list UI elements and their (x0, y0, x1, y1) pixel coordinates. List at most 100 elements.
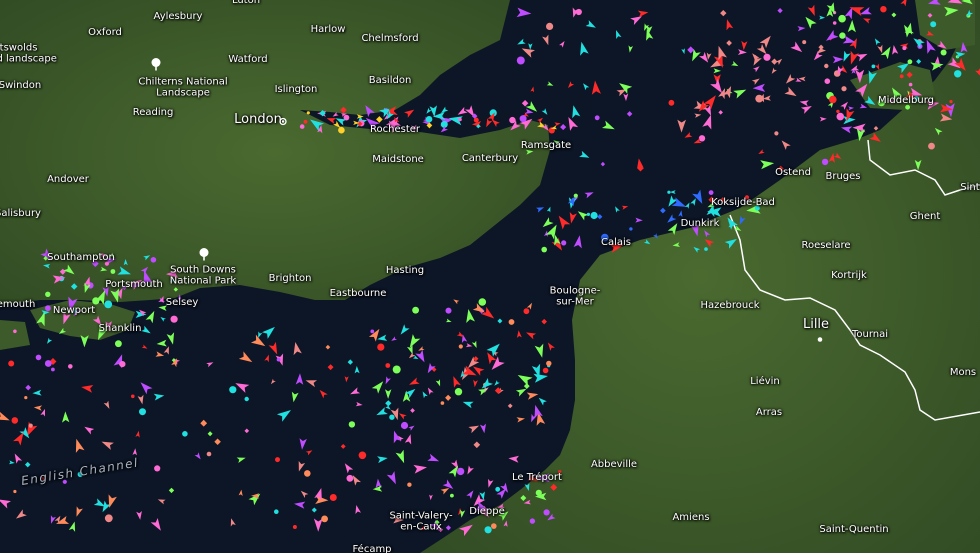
vessel-arrow-marker[interactable] (826, 30, 839, 41)
vessel-arrow-marker[interactable] (637, 10, 649, 18)
vessel-anchored-marker[interactable] (940, 49, 947, 56)
vessel-arrow-marker[interactable] (521, 48, 535, 58)
vessel-station-marker[interactable] (507, 403, 513, 409)
vessel-station-marker[interactable] (718, 110, 723, 115)
vessel-anchored-marker[interactable] (458, 117, 462, 122)
vessel-arrow-marker[interactable] (457, 106, 468, 115)
vessel-arrow-marker[interactable] (413, 464, 427, 474)
vessel-arrow-marker[interactable] (14, 453, 23, 464)
vessel-arrow-marker[interactable] (536, 207, 545, 213)
vessel-anchored-marker[interactable] (546, 22, 554, 30)
vessel-anchored-marker[interactable] (908, 82, 913, 87)
vessel-anchored-marker[interactable] (590, 211, 598, 220)
vessel-arrow-marker[interactable] (117, 266, 131, 275)
vessel-arrow-marker[interactable] (110, 288, 120, 303)
vessel-station-marker[interactable] (521, 99, 529, 107)
vessel-anchored-marker[interactable] (899, 74, 904, 79)
vessel-anchored-marker[interactable] (535, 489, 542, 496)
vessel-arrow-marker[interactable] (75, 438, 85, 453)
vessel-arrow-marker[interactable] (333, 120, 341, 128)
vessel-arrow-marker[interactable] (819, 116, 827, 122)
vessel-anchored-marker[interactable] (541, 246, 547, 253)
vessel-anchored-marker[interactable] (276, 357, 281, 362)
vessel-arrow-marker[interactable] (653, 233, 658, 239)
vessel-arrow-marker[interactable] (326, 118, 337, 124)
vessel-arrow-marker[interactable] (528, 43, 533, 50)
vessel-anchored-marker[interactable] (370, 329, 375, 334)
vessel-arrow-marker[interactable] (737, 49, 747, 55)
vessel-arrow-marker[interactable] (533, 373, 548, 383)
vessel-arrow-marker[interactable] (573, 235, 582, 249)
vessel-anchored-marker[interactable] (546, 360, 552, 367)
vessel-arrow-marker[interactable] (864, 95, 876, 105)
vessel-arrow-marker[interactable] (797, 26, 806, 32)
vessel-station-marker[interactable] (497, 318, 503, 324)
vessel-anchored-marker[interactable] (229, 386, 237, 394)
vessel-station-marker[interactable] (777, 7, 783, 14)
vessel-arrow-marker[interactable] (385, 376, 391, 385)
vessel-anchored-marker[interactable] (949, 100, 953, 104)
vessel-arrow-marker[interactable] (236, 457, 246, 464)
vessel-arrow-marker[interactable] (407, 345, 413, 355)
vessel-arrow-marker[interactable] (235, 383, 250, 393)
vessel-arrow-marker[interactable] (63, 264, 75, 275)
vessel-arrow-marker[interactable] (516, 7, 532, 18)
vessel-anchored-marker[interactable] (473, 117, 479, 123)
vessel-arrow-marker[interactable] (0, 499, 11, 509)
vessel-station-marker[interactable] (687, 46, 695, 54)
vessel-anchored-marker[interactable] (821, 158, 829, 166)
vessel-arrow-marker[interactable] (408, 425, 415, 431)
vessel-arrow-marker[interactable] (332, 111, 339, 117)
vessel-arrow-marker[interactable] (672, 242, 681, 247)
vessel-arrow-marker[interactable] (790, 41, 803, 53)
vessel-arrow-marker[interactable] (465, 343, 473, 348)
vessel-arrow-marker[interactable] (930, 62, 944, 71)
vessel-anchored-marker[interactable] (454, 388, 463, 396)
vessel-arrow-marker[interactable] (295, 373, 304, 385)
vessel-arrow-marker[interactable] (897, 63, 910, 74)
vessel-anchored-marker[interactable] (275, 457, 280, 463)
vessel-arrow-marker[interactable] (50, 515, 56, 524)
vessel-station-marker[interactable] (891, 12, 897, 18)
vessel-station-marker[interactable] (168, 487, 175, 494)
vessel-arrow-marker[interactable] (313, 518, 323, 532)
vessel-station-marker[interactable] (600, 161, 606, 167)
vessel-station-marker[interactable] (410, 408, 415, 413)
vessel-anchored-marker[interactable] (68, 364, 73, 369)
vessel-arrow-marker[interactable] (718, 45, 727, 61)
vessel-arrow-marker[interactable] (276, 410, 291, 422)
vessel-arrow-marker[interactable] (299, 438, 307, 450)
vessel-arrow-marker[interactable] (863, 18, 871, 24)
vessel-arrow-marker[interactable] (630, 16, 642, 25)
vessel-arrow-marker[interactable] (569, 212, 577, 224)
vessel-arrow-marker[interactable] (832, 56, 844, 64)
vessel-anchored-marker[interactable] (836, 109, 840, 114)
vessel-arrow-marker[interactable] (371, 381, 384, 394)
vessel-anchored-marker[interactable] (594, 115, 600, 121)
vessel-station-marker[interactable] (70, 283, 78, 290)
vessel-arrow-marker[interactable] (140, 325, 151, 334)
vessel-arrow-marker[interactable] (784, 86, 797, 97)
vessel-arrow-marker[interactable] (693, 246, 701, 253)
vessel-arrow-marker[interactable] (354, 365, 360, 374)
vessel-arrow-marker[interactable] (453, 376, 461, 388)
vessel-anchored-marker[interactable] (28, 423, 33, 428)
vessel-anchored-marker[interactable] (704, 247, 708, 251)
vessel-anchored-marker[interactable] (561, 240, 567, 246)
vessel-anchored-marker[interactable] (338, 126, 345, 134)
vessel-arrow-marker[interactable] (16, 509, 27, 519)
vessel-arrow-marker[interactable] (194, 452, 201, 460)
vessel-arrow-marker[interactable] (143, 255, 151, 261)
vessel-arrow-marker[interactable] (441, 106, 449, 114)
vessel-arrow-marker[interactable] (542, 123, 549, 131)
vessel-anchored-marker[interactable] (348, 421, 356, 428)
vessel-arrow-marker[interactable] (13, 432, 24, 446)
vessel-arrow-marker[interactable] (833, 152, 842, 159)
vessel-arrow-marker[interactable] (734, 225, 742, 231)
vessel-arrow-marker[interactable] (140, 382, 153, 395)
vessel-arrow-marker[interactable] (577, 211, 589, 221)
vessel-arrow-marker[interactable] (542, 217, 554, 228)
vessel-arrow-marker[interactable] (855, 69, 865, 84)
vessel-anchored-marker[interactable] (45, 291, 51, 297)
vessel-station-marker[interactable] (873, 126, 879, 131)
